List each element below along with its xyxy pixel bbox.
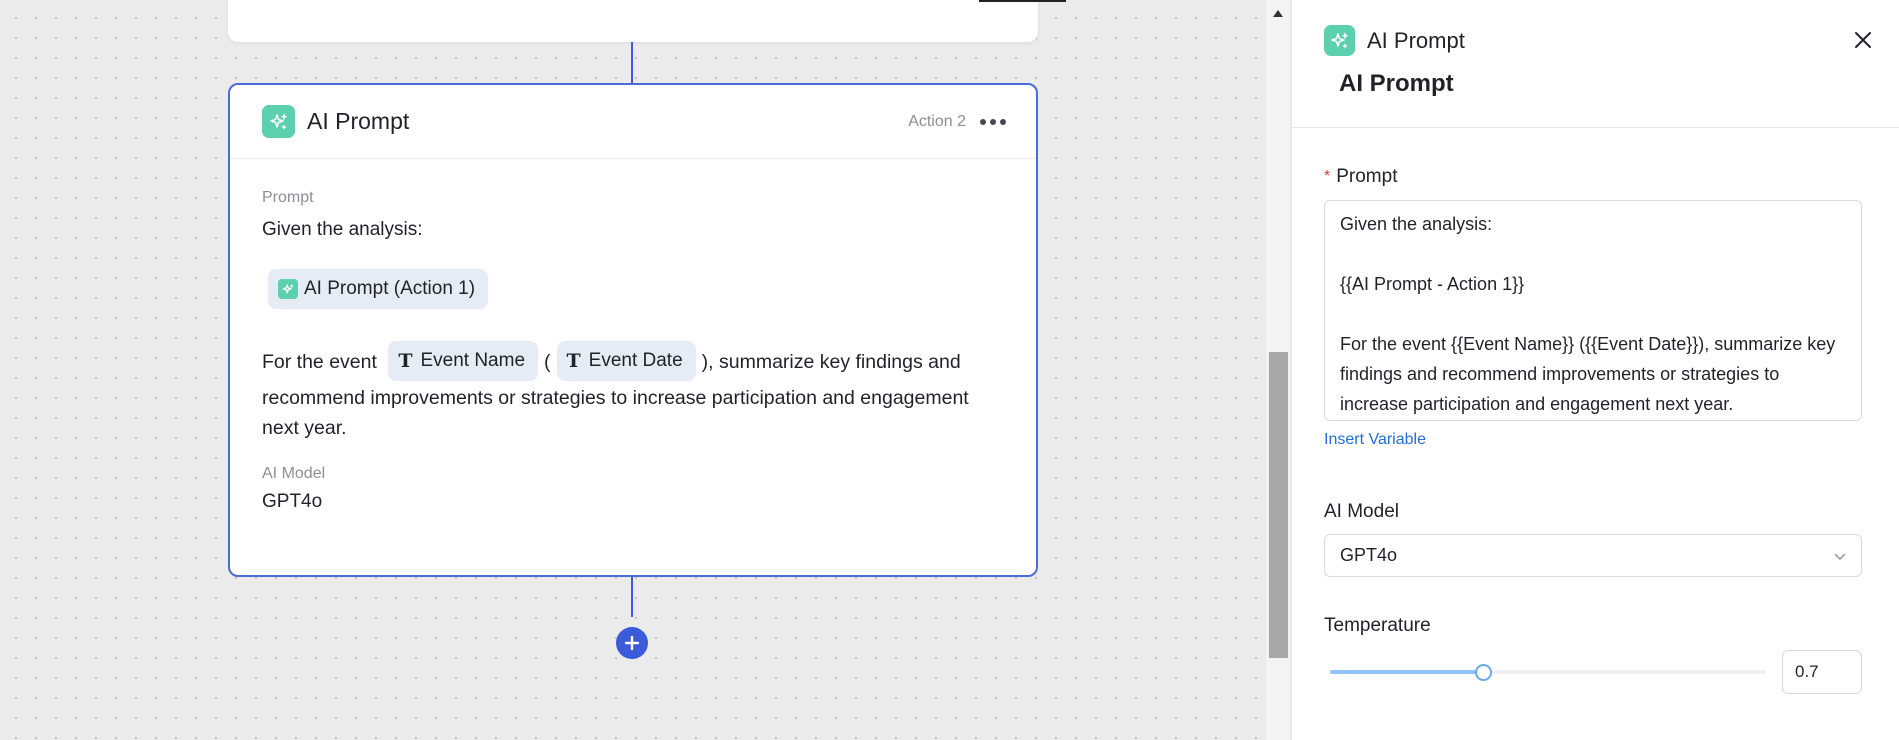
- required-mark: *: [1324, 168, 1331, 185]
- ai-model-select[interactable]: GPT4o: [1324, 534, 1862, 577]
- paren-open-text: (: [544, 351, 551, 374]
- add-step-button[interactable]: [616, 627, 648, 659]
- prompt-intro-text: Given the analysis:: [262, 219, 423, 240]
- prompt-prefix-text: For the event: [262, 351, 377, 374]
- chip-label: Event Date: [588, 350, 683, 371]
- temperature-slider[interactable]: [1330, 662, 1766, 682]
- panel-title: AI Prompt: [1367, 27, 1465, 53]
- prompt-textarea[interactable]: Given the analysis: {{AI Prompt - Action…: [1324, 200, 1862, 421]
- prompt-label: * Prompt: [1324, 166, 1862, 188]
- workflow-canvas[interactable]: AI Prompt Action 2 Prompt Given the anal…: [0, 0, 1268, 740]
- ai-sparkle-icon: [1324, 25, 1355, 56]
- slider-track: [1330, 670, 1483, 674]
- more-dots-icon[interactable]: [980, 118, 1006, 125]
- plus-icon: [624, 635, 640, 651]
- temperature-input[interactable]: 0.7: [1782, 650, 1862, 694]
- text-type-icon: T: [398, 350, 413, 372]
- panel-body: * Prompt Given the analysis: {{AI Prompt…: [1292, 166, 1899, 694]
- temperature-row: 0.7: [1324, 650, 1862, 694]
- ai-model-value: GPT4o: [262, 491, 323, 512]
- slider-handle[interactable]: [1474, 664, 1492, 681]
- prompt-label-text: Prompt: [1336, 166, 1398, 187]
- ai-prompt-action-card[interactable]: AI Prompt Action 2 Prompt Given the anal…: [228, 83, 1038, 577]
- variable-chip-ai-prompt: AI Prompt (Action 1): [268, 269, 489, 309]
- ai-sparkle-icon: [278, 279, 298, 299]
- ai-model-label: AI Model: [1324, 501, 1399, 522]
- prompt-field-label: Prompt: [262, 189, 314, 206]
- insert-variable-link[interactable]: Insert Variable: [1324, 431, 1862, 449]
- card-body: Prompt Given the analysis: AI Prompt (Ac…: [230, 159, 1036, 513]
- ai-model-field-label: AI Model: [262, 465, 326, 482]
- properties-panel: AI Prompt AI Prompt * Prompt Given the a…: [1291, 0, 1899, 740]
- scrollbar-thumb[interactable]: [1269, 352, 1288, 658]
- action-number-label: Action 2: [908, 112, 966, 130]
- chip-label: AI Prompt (Action 1): [304, 278, 476, 299]
- canvas-scrollbar[interactable]: [1266, 0, 1290, 740]
- top-edge-indicator: [979, 0, 1066, 2]
- scroll-up-arrow-icon[interactable]: [1273, 10, 1283, 17]
- panel-subtitle: AI Prompt: [1339, 70, 1454, 97]
- variable-chip-event-name: T Event Name: [388, 341, 539, 381]
- temperature-label: Temperature: [1324, 615, 1431, 636]
- ai-model-selected-value: GPT4o: [1340, 545, 1398, 565]
- card-title: AI Prompt: [307, 108, 410, 134]
- card-header: AI Prompt Action 2: [230, 85, 1036, 159]
- chevron-down-icon: [1834, 553, 1846, 560]
- connector-line-top: [631, 42, 633, 83]
- panel-title-row: AI Prompt: [1324, 25, 1465, 56]
- connector-line-bottom: [631, 577, 633, 617]
- prompt-paragraph: For the event T Event Name ( T Event Dat…: [262, 341, 1004, 443]
- variable-chip-event-date: T Event Date: [556, 341, 696, 381]
- text-type-icon: T: [566, 350, 581, 372]
- ai-sparkle-icon: [262, 105, 295, 138]
- chip-label: Event Name: [420, 350, 526, 371]
- close-icon[interactable]: [1851, 28, 1875, 52]
- panel-header: AI Prompt AI Prompt: [1292, 0, 1899, 128]
- previous-action-card[interactable]: [228, 0, 1038, 42]
